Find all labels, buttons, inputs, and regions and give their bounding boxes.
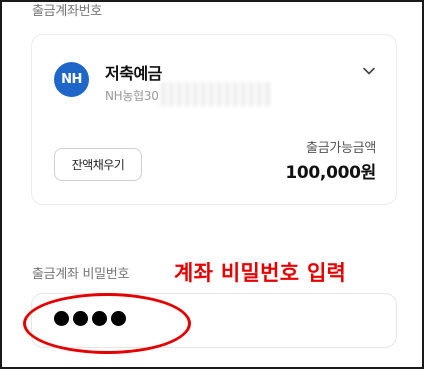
password-label: 출금계좌 비밀번호: [32, 267, 130, 282]
password-dots: [54, 311, 126, 326]
account-name: 저축예금: [105, 64, 162, 83]
password-dot: [111, 311, 126, 326]
nh-bank-logo-icon: NH: [54, 62, 89, 97]
account-number-blur: [160, 82, 272, 106]
top-up-balance-button[interactable]: 잔액채우기: [54, 148, 142, 181]
account-card[interactable]: NH 저축예금 NH농협30 잔액채우기 출금가능금액 100,000원: [31, 34, 397, 205]
password-dot: [92, 311, 107, 326]
withdrawal-account-label: 출금계좌번호: [32, 4, 102, 19]
account-number: NH농협30: [105, 89, 159, 103]
bank-logo-text: NH: [61, 72, 82, 87]
available-balance-amount: 100,000원: [285, 163, 376, 183]
annotation-text: 계좌 비밀번호 입력: [174, 261, 347, 285]
password-dot: [73, 311, 88, 326]
available-balance-label: 출금가능금액: [306, 141, 376, 156]
password-dot: [54, 311, 69, 326]
withdrawal-screen: 출금계좌번호 NH 저축예금 NH농협30 잔액채우기 출금가능금액 100,0…: [0, 0, 424, 369]
chevron-down-icon[interactable]: [362, 64, 376, 78]
